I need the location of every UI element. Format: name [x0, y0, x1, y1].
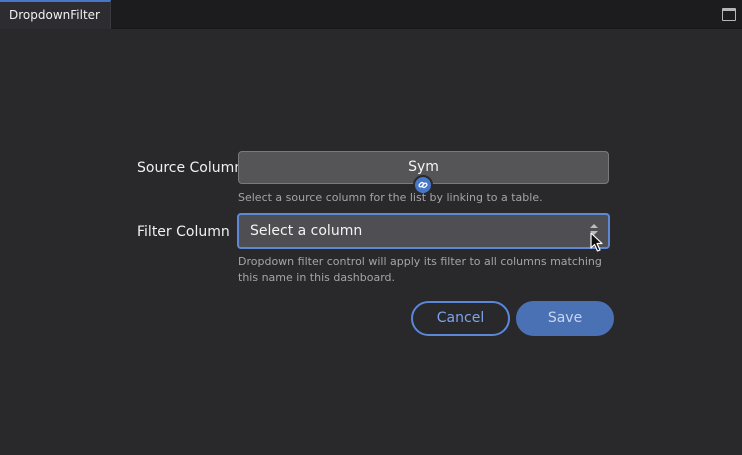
arrow-up-icon — [590, 224, 598, 228]
maximize-icon[interactable] — [722, 8, 736, 21]
source-column-value: Sym — [408, 159, 439, 175]
source-column-help: Select a source column for the list by l… — [238, 191, 543, 204]
source-column-label: Source Column — [137, 160, 244, 176]
filter-column-select[interactable]: Select a column — [237, 213, 610, 249]
pointer-cursor-icon — [590, 232, 603, 252]
tab-bar: DropdownFilter — [0, 0, 742, 29]
tab-label: DropdownFilter — [9, 8, 100, 22]
filter-column-value: Select a column — [250, 223, 363, 239]
tab-dropdownfilter[interactable]: DropdownFilter — [0, 0, 111, 29]
cancel-button[interactable]: Cancel — [411, 301, 510, 336]
save-button[interactable]: Save — [516, 301, 614, 336]
filter-column-help: Dropdown filter control will apply its f… — [238, 255, 602, 284]
filter-column-label: Filter Column — [137, 224, 230, 240]
